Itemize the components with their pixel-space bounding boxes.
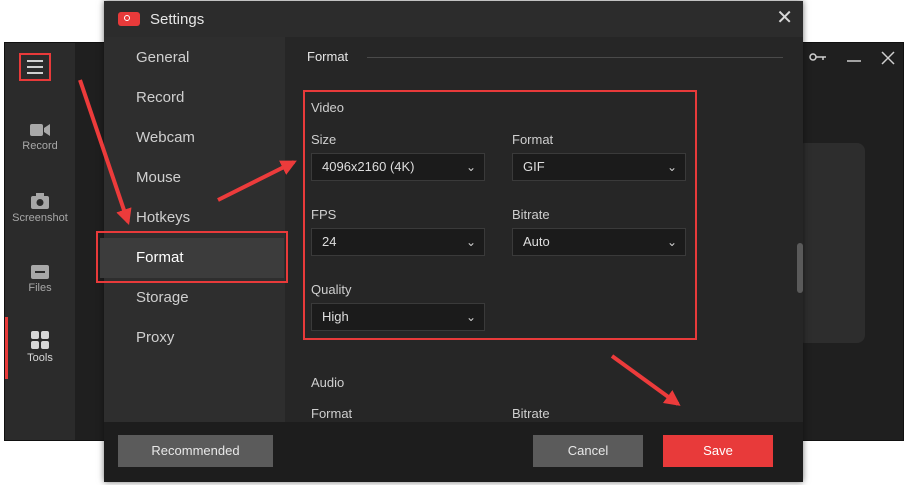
scrollbar-thumb[interactable] [797, 243, 803, 293]
folder-icon [31, 265, 49, 279]
nav-item-webcam[interactable]: Webcam [104, 118, 285, 158]
cancel-button[interactable]: Cancel [533, 435, 643, 467]
camera-icon [31, 193, 49, 209]
save-button[interactable]: Save [663, 435, 773, 467]
nav-item-storage[interactable]: Storage [104, 278, 285, 318]
format-settings-panel: Format Video Size 4096x2160 (4K) ⌄ Forma… [285, 37, 803, 422]
background-panel [797, 143, 865, 343]
close-icon[interactable] [881, 51, 895, 65]
rail-item-tools[interactable]: Tools [5, 331, 75, 364]
rail-item-screenshot[interactable]: Screenshot [5, 193, 75, 224]
dialog-title-bar: Settings ✕ [104, 1, 803, 37]
nav-item-proxy[interactable]: Proxy [104, 318, 285, 358]
grid-icon [31, 331, 49, 349]
nav-item-record[interactable]: Record [104, 78, 285, 118]
section-title: Format [307, 49, 349, 64]
minimize-icon[interactable] [847, 51, 861, 63]
video-camera-icon [30, 124, 50, 136]
rail-active-indicator [5, 317, 8, 379]
key-icon[interactable] [809, 51, 827, 63]
close-dialog-button[interactable]: ✕ [776, 8, 793, 28]
rail-label-screenshot: Screenshot [12, 212, 68, 224]
settings-dialog: Settings ✕ General Record Webcam Mouse H… [96, 1, 803, 482]
hamburger-menu-button[interactable] [19, 53, 51, 81]
app-sidebar: Record Screenshot Files Tools [5, 43, 75, 440]
rail-label-tools: Tools [27, 352, 53, 364]
recommended-button[interactable]: Recommended [118, 435, 273, 467]
rail-item-record[interactable]: Record [5, 123, 75, 152]
dialog-footer: Recommended Cancel Save [104, 422, 803, 482]
dialog-title: Settings [150, 11, 205, 28]
audio-format-label: Format [311, 406, 353, 421]
nav-item-mouse[interactable]: Mouse [104, 158, 285, 198]
settings-nav: General Record Webcam Mouse Hotkeys Form… [100, 37, 285, 422]
rail-item-files[interactable]: Files [5, 263, 75, 294]
nav-item-general[interactable]: General [104, 38, 285, 78]
rail-label-files: Files [28, 282, 52, 294]
audio-bitrate-label: Bitrate [512, 406, 550, 421]
rail-label-record: Record [22, 140, 58, 152]
format-nav-highlight [96, 231, 288, 283]
audio-heading: Audio [311, 375, 345, 390]
section-divider [367, 57, 783, 58]
background-window-controls [809, 51, 895, 65]
app-logo-icon [118, 12, 140, 26]
video-settings-highlight [303, 90, 697, 340]
